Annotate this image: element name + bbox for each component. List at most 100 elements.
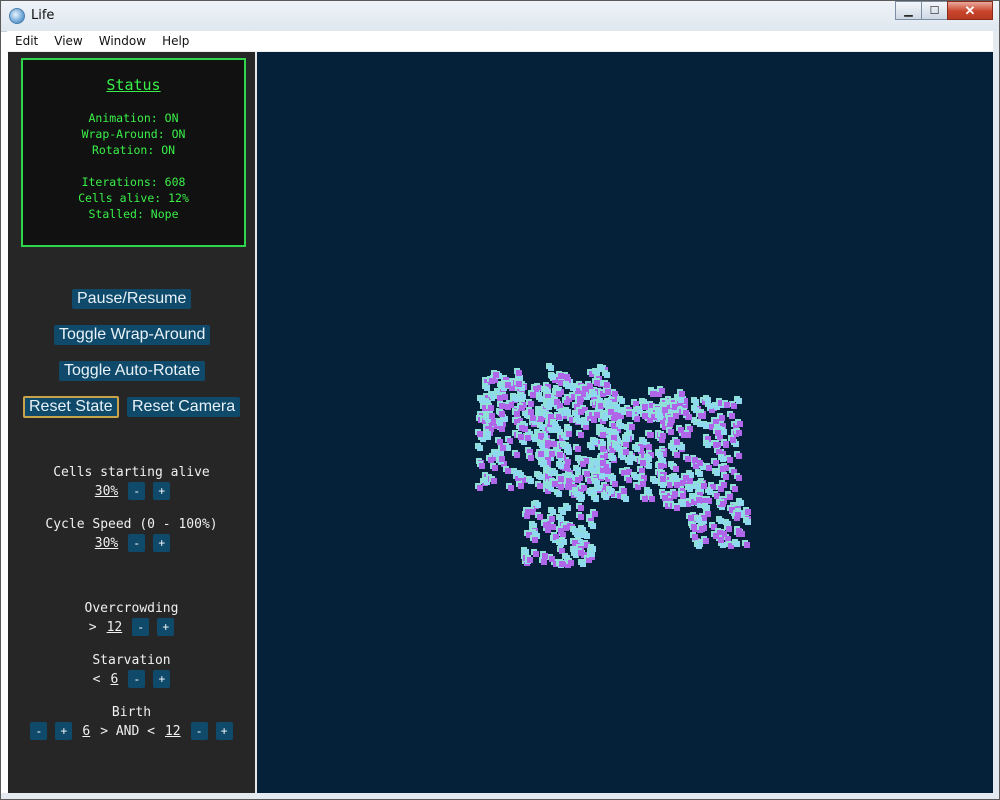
overcrowding-decrease[interactable]: - — [132, 618, 150, 636]
pause-resume-button[interactable]: Pause/Resume — [72, 289, 192, 309]
maximize-icon: ☐ — [929, 5, 940, 17]
cell — [561, 539, 567, 545]
minimize-button[interactable]: ▁ — [895, 1, 922, 20]
cell — [621, 488, 627, 494]
cell — [683, 410, 689, 416]
toggle-wrap-around-button[interactable]: Toggle Wrap-Around — [54, 325, 211, 345]
cell — [727, 457, 733, 463]
birth-high-decrease[interactable]: - — [190, 722, 208, 740]
control-sidebar: Status Animation: ON Wrap-Around: ON Rot… — [8, 52, 255, 793]
cell — [734, 541, 740, 547]
cells-starting-alive-value[interactable]: 30% — [95, 484, 118, 499]
cell — [528, 478, 534, 484]
cells-starting-alive-decrease[interactable]: - — [128, 482, 146, 500]
cells-starting-alive-increase[interactable]: + — [153, 482, 171, 500]
cell — [558, 528, 564, 534]
cell — [729, 413, 735, 419]
cell — [646, 456, 652, 462]
cell — [558, 380, 564, 386]
menu-edit[interactable]: Edit — [7, 34, 46, 48]
starvation-decrease[interactable]: - — [128, 670, 146, 688]
window-controls: ▁ ☐ ✕ — [895, 1, 993, 22]
birth-high-increase[interactable]: + — [215, 722, 233, 740]
cell — [566, 478, 572, 484]
cell — [589, 551, 595, 557]
starvation-value[interactable]: 6 — [111, 672, 119, 687]
menu-window[interactable]: Window — [91, 34, 154, 48]
maximize-button[interactable]: ☐ — [921, 1, 948, 20]
cell — [493, 451, 499, 457]
cell — [699, 526, 705, 532]
cell — [679, 391, 685, 397]
cell — [738, 500, 744, 506]
cell — [489, 413, 495, 419]
status-stalled: Stalled: Nope — [88, 207, 179, 221]
cell — [532, 537, 538, 543]
cell — [525, 435, 531, 441]
menu-help[interactable]: Help — [154, 34, 197, 48]
simulation-viewport[interactable] — [257, 52, 993, 793]
cell — [683, 475, 689, 481]
cell — [530, 392, 536, 398]
cell — [572, 528, 578, 534]
overcrowding-increase[interactable]: + — [157, 618, 175, 636]
birth-high-value[interactable]: 12 — [165, 724, 181, 739]
overcrowding-label: Overcrowding — [84, 601, 179, 616]
close-button[interactable]: ✕ — [947, 1, 993, 20]
cell — [612, 481, 618, 487]
cell — [633, 401, 639, 407]
cell — [745, 509, 751, 515]
cell — [516, 381, 522, 387]
overcrowding-row: > 12 - + — [8, 618, 255, 636]
cell — [594, 380, 600, 386]
overcrowding-value[interactable]: 12 — [107, 620, 123, 635]
cell — [479, 397, 485, 403]
reset-camera-button[interactable]: Reset Camera — [127, 397, 241, 417]
cell — [660, 433, 666, 439]
cell — [650, 391, 656, 397]
cell — [518, 483, 524, 489]
birth-low-decrease[interactable]: - — [30, 722, 48, 740]
cell — [737, 421, 743, 427]
cell — [590, 467, 596, 473]
cell — [559, 561, 565, 567]
cell — [497, 395, 503, 401]
cell — [735, 512, 741, 518]
cell — [548, 470, 554, 476]
menu-view[interactable]: View — [46, 34, 90, 48]
cell — [582, 386, 588, 392]
cell — [639, 468, 645, 474]
cell — [604, 382, 610, 388]
cell — [575, 477, 581, 483]
starvation-increase[interactable]: + — [153, 670, 171, 688]
cell — [559, 548, 565, 554]
cell — [623, 496, 629, 502]
cell — [701, 483, 707, 489]
cycle-speed-value[interactable]: 30% — [95, 536, 118, 551]
cell — [626, 411, 632, 417]
cell — [688, 515, 694, 521]
reset-state-button[interactable]: Reset State — [23, 396, 119, 418]
birth-low-value[interactable]: 6 — [82, 724, 90, 739]
starvation-row: < 6 - + — [8, 670, 255, 688]
cell — [715, 430, 721, 436]
cell — [558, 476, 564, 482]
cell — [652, 478, 658, 484]
cell — [550, 509, 556, 515]
cell — [505, 404, 511, 410]
title-bar[interactable]: Life ▁ ☐ ✕ — [1, 1, 999, 32]
cycle-speed-decrease[interactable]: - — [128, 534, 146, 552]
cycle-speed-increase[interactable]: + — [153, 534, 171, 552]
cell — [736, 430, 742, 436]
cell — [726, 526, 732, 532]
cell — [500, 445, 506, 451]
birth-low-increase[interactable]: + — [55, 722, 73, 740]
window-bottom-border — [1, 793, 999, 799]
cell — [576, 418, 582, 424]
cell — [566, 431, 572, 437]
cell — [491, 478, 497, 484]
cell — [598, 403, 604, 409]
cell — [674, 482, 680, 488]
cell — [513, 470, 519, 476]
toggle-auto-rotate-button[interactable]: Toggle Auto-Rotate — [59, 361, 206, 381]
